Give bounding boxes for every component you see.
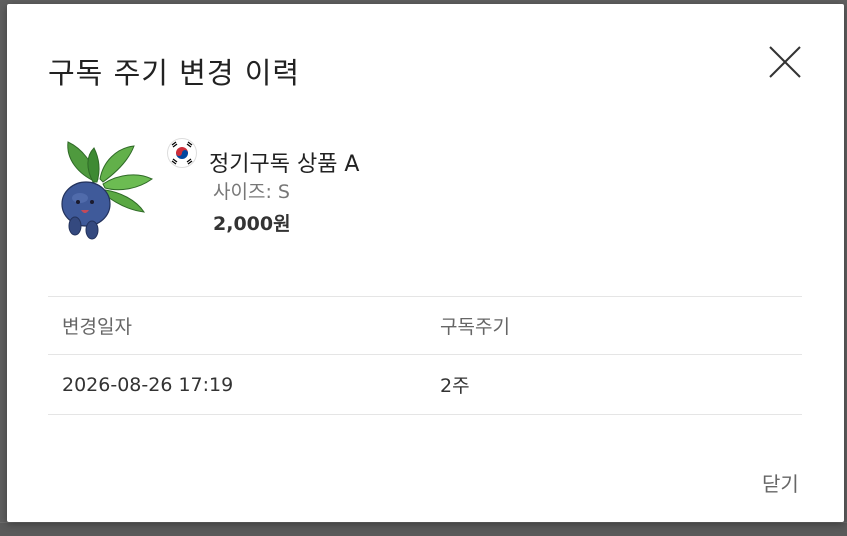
cell-subscription-cycle: 2주 bbox=[440, 375, 470, 397]
product-info: 정기구독 상품 A 사이즈: S 2,000원 bbox=[48, 134, 748, 254]
product-price: 2,000원 bbox=[213, 213, 291, 235]
product-name: 정기구독 상품 A bbox=[209, 152, 360, 177]
close-icon[interactable] bbox=[765, 42, 805, 82]
background-page-edge bbox=[0, 522, 847, 536]
plant-bulb-creature-icon bbox=[48, 134, 158, 244]
table-header-row: 변경일자 구독주기 bbox=[48, 296, 802, 355]
subscription-history-modal: 구독 주기 변경 이력 정기구독 상품 A 사이즈: S 2,000원 변경일자… bbox=[7, 4, 844, 522]
south-korea-flag-icon bbox=[167, 138, 197, 168]
close-button[interactable]: 닫기 bbox=[762, 468, 799, 497]
subscription-history-table: 변경일자 구독주기 2026-08-26 17:19 2주 bbox=[48, 296, 802, 415]
modal-title: 구독 주기 변경 이력 bbox=[48, 56, 301, 90]
column-header-cycle: 구독주기 bbox=[440, 316, 510, 338]
product-size: 사이즈: S bbox=[213, 181, 290, 203]
table-row: 2026-08-26 17:19 2주 bbox=[48, 355, 802, 415]
cell-change-date: 2026-08-26 17:19 bbox=[62, 373, 234, 396]
column-header-date: 변경일자 bbox=[62, 316, 132, 338]
